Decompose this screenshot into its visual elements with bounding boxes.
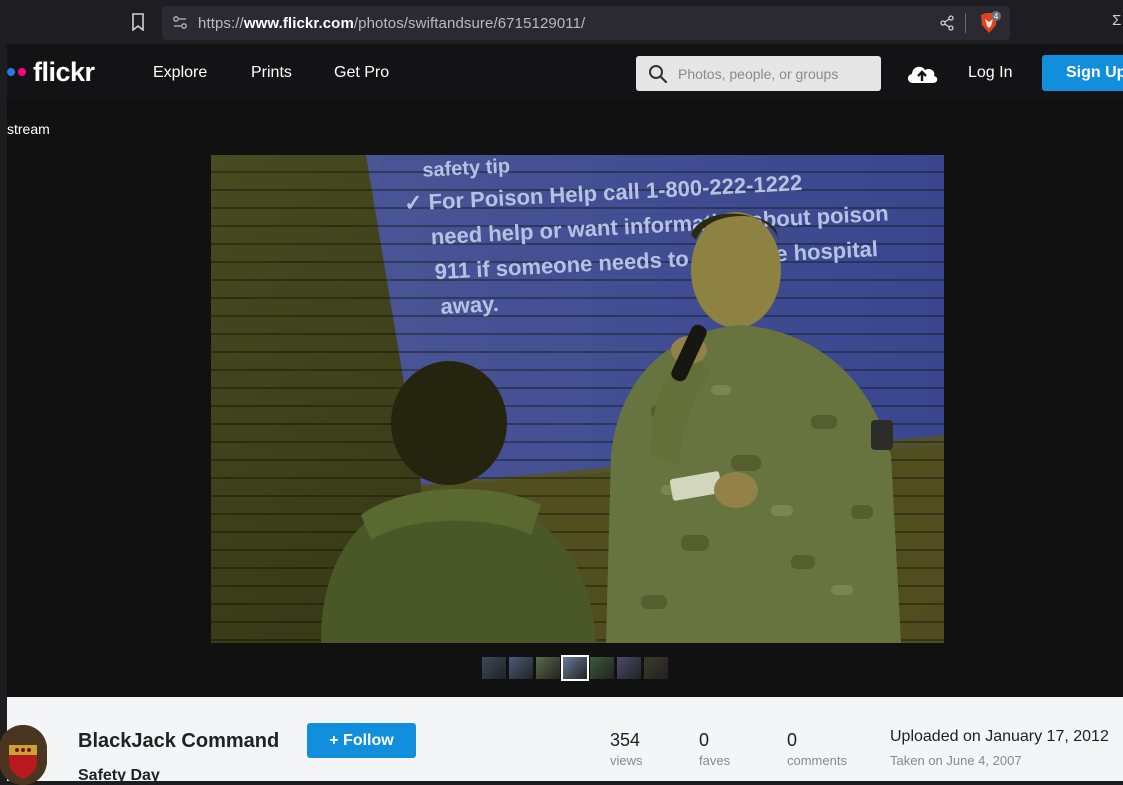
- logo-text: flickr: [33, 56, 95, 87]
- url-path: /photos/swiftandsure/6715129011/: [353, 15, 586, 32]
- search-icon[interactable]: [648, 64, 668, 84]
- photo-thumbnail-strip: [482, 655, 668, 681]
- url-domain: www.flickr.com: [243, 15, 354, 32]
- photo-info-bar: BlackJack Command + Follow Safety Day 35…: [0, 697, 1123, 785]
- url-text: https://www.flickr.com/photos/swiftandsu…: [198, 15, 585, 32]
- faves-stat[interactable]: 0 faves: [699, 730, 730, 768]
- photo-thumbnail[interactable]: [536, 657, 560, 679]
- upload-cloud-icon[interactable]: [904, 61, 940, 85]
- browser-toolbar: https://www.flickr.com/photos/swiftandsu…: [0, 0, 1123, 44]
- photo-thumbnail[interactable]: [561, 655, 589, 681]
- comments-stat[interactable]: 0 comments: [787, 730, 847, 768]
- uploaded-date: Uploaded on January 17, 2012: [890, 728, 1109, 745]
- taken-date: Taken on June 4, 2007: [890, 753, 1022, 768]
- logo-blue-dot: [7, 68, 15, 76]
- flickr-logo[interactable]: flickr: [7, 56, 95, 87]
- site-settings-icon[interactable]: [172, 15, 188, 31]
- nav-get-pro[interactable]: Get Pro: [334, 64, 389, 82]
- follow-button[interactable]: + Follow: [307, 723, 416, 758]
- url-divider: [965, 13, 966, 33]
- faves-count: 0: [699, 730, 710, 750]
- signup-button[interactable]: Sign Up: [1042, 55, 1123, 91]
- photo-thumbnail[interactable]: [644, 657, 668, 679]
- shields-count: 4: [994, 12, 999, 21]
- photo-thumbnail[interactable]: [482, 657, 506, 679]
- share-icon[interactable]: [939, 15, 955, 31]
- photo-illustration: safety tip ✓ For Poison Help call 1-800-…: [211, 155, 944, 643]
- comments-count: 0: [787, 730, 798, 750]
- nav-explore[interactable]: Explore: [153, 64, 207, 82]
- bookmark-icon[interactable]: [131, 13, 145, 31]
- search-input[interactable]: [678, 56, 874, 91]
- nav-prints[interactable]: Prints: [251, 64, 292, 82]
- photo-thumbnail[interactable]: [617, 657, 641, 679]
- owner-avatar[interactable]: [0, 725, 47, 785]
- back-to-photostream-link[interactable]: stream: [7, 121, 50, 137]
- faves-label: faves: [699, 753, 731, 768]
- views-count: 354: [610, 730, 641, 750]
- photo-title: Safety Day: [78, 767, 160, 784]
- photo-thumbnail[interactable]: [509, 657, 533, 679]
- photo-thumbnail[interactable]: [590, 657, 614, 679]
- search-box[interactable]: [636, 56, 881, 91]
- login-link[interactable]: Log In: [968, 64, 1012, 82]
- photo-stage: stream safety tip ✓ For Poison Help call…: [7, 100, 1123, 697]
- views-stat: 354 views: [610, 730, 643, 768]
- address-bar[interactable]: https://www.flickr.com/photos/swiftandsu…: [162, 6, 1010, 40]
- url-scheme: https://: [198, 15, 244, 32]
- views-label: views: [610, 753, 643, 768]
- brave-shields-icon[interactable]: 4: [977, 11, 1001, 35]
- site-header: flickr Explore Prints Get Pro Log In Sig…: [7, 44, 1123, 100]
- comments-label: comments: [787, 753, 847, 768]
- extension-icon[interactable]: Σ: [1112, 12, 1121, 29]
- owner-name-link[interactable]: BlackJack Command: [78, 730, 279, 753]
- main-photo[interactable]: safety tip ✓ For Poison Help call 1-800-…: [211, 155, 944, 643]
- logo-pink-dot: [18, 68, 26, 76]
